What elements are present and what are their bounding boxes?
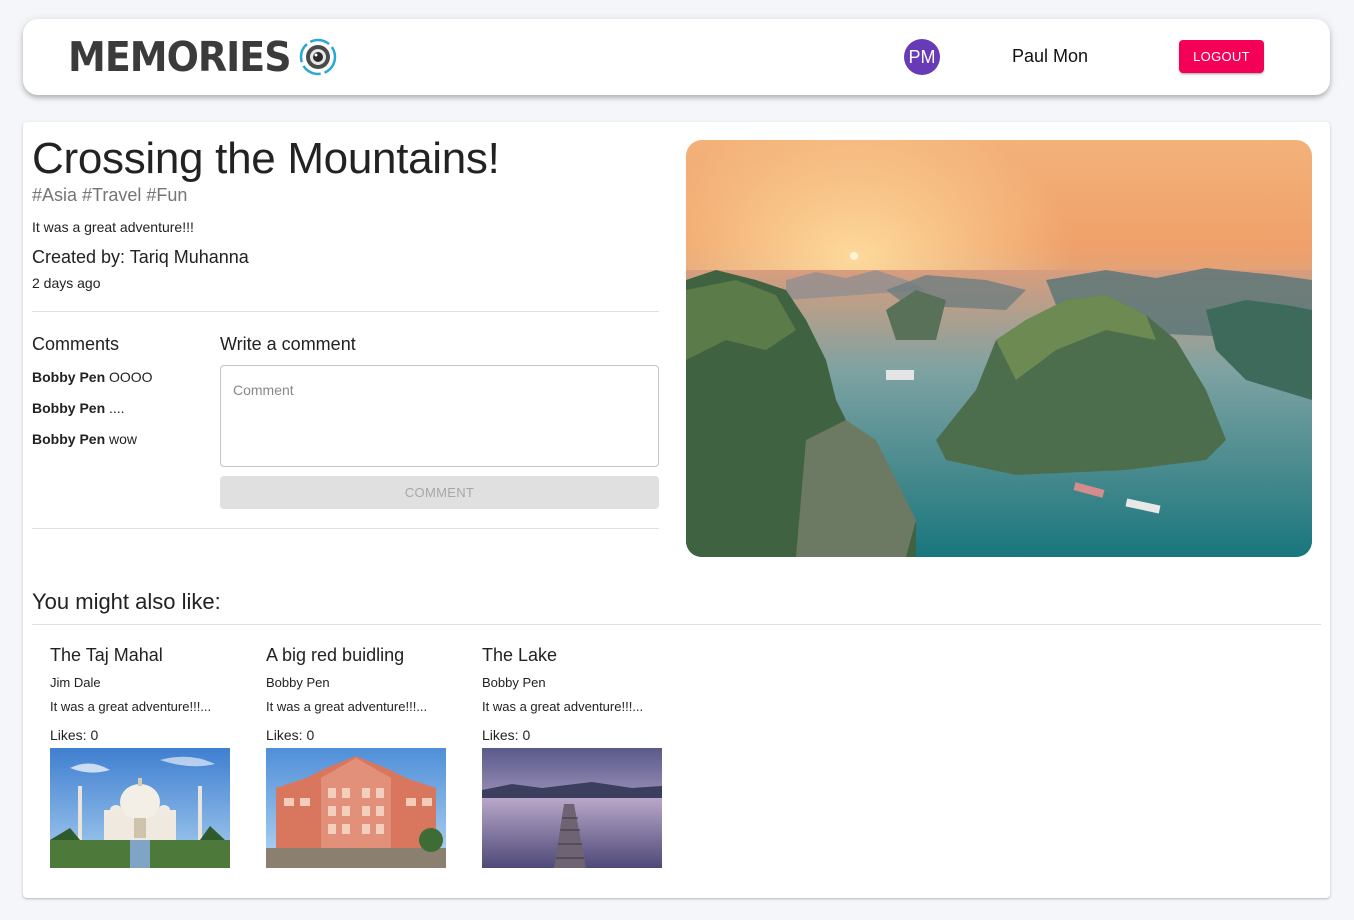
post-creator: Created by: Tariq Muhanna <box>32 247 249 267</box>
comment-item: Bobby Pen OOOO <box>32 369 153 400</box>
recommended-post-card[interactable]: The Taj Mahal Jim Dale It was a great ad… <box>50 645 240 868</box>
recommended-post-message: It was a great adventure!!!... <box>482 699 644 714</box>
post-title: Crossing the Mountains! <box>32 134 500 183</box>
recommended-post-likes: Likes: 0 <box>266 727 315 743</box>
post-timestamp: 2 days ago <box>32 275 101 291</box>
recommended-post-title: The Lake <box>482 645 558 665</box>
recommended-post-message: It was a great adventure!!!... <box>50 699 212 714</box>
comment-submit-button[interactable]: COMMENT <box>220 476 659 509</box>
recommended-post-title: The Taj Mahal <box>50 645 163 665</box>
comment-author: Bobby Pen <box>32 369 106 385</box>
comment-input[interactable] <box>220 365 659 467</box>
comment-text: wow <box>109 431 138 447</box>
recommended-post-author: Bobby Pen <box>482 675 546 690</box>
divider <box>32 624 1321 625</box>
tag: #Asia <box>32 185 78 205</box>
post-tags: #Asia #Travel #Fun <box>32 185 192 206</box>
brand-title[interactable]: MEMORIES <box>68 34 292 79</box>
recommended-post-author: Jim Dale <box>50 675 101 690</box>
divider <box>32 311 659 312</box>
post-details-card: Crossing the Mountains! #Asia #Travel #Fun… <box>23 122 1330 898</box>
recommended-post-card[interactable]: A big red buidling Bobby Pen It was a gr… <box>266 645 456 868</box>
app-bar: MEMORIES PM Paul Mon LOGOUT <box>23 19 1330 95</box>
comment-list: Bobby Pen OOOO Bobby Pen .... Bobby Pen … <box>32 369 153 462</box>
recommended-post-message: It was a great adventure!!!... <box>266 699 428 714</box>
taj-mahal-image <box>50 748 230 868</box>
comment-text: OOOO <box>109 369 153 385</box>
recommended-post-author: Bobby Pen <box>266 675 330 690</box>
recommended-post-likes: Likes: 0 <box>482 727 531 743</box>
comment-item: Bobby Pen .... <box>32 400 153 431</box>
write-comment-heading: Write a comment <box>220 334 356 354</box>
user-name: Paul Mon <box>1012 46 1089 66</box>
hawa-mahal-image <box>266 748 446 868</box>
tag: #Travel <box>82 185 142 205</box>
comment-item: Bobby Pen wow <box>32 431 153 462</box>
recommended-post-title: A big red buidling <box>266 645 405 665</box>
recommended-post-image <box>482 748 662 868</box>
logout-button[interactable]: LOGOUT <box>1179 40 1264 73</box>
post-image <box>686 140 1312 557</box>
post-message: It was a great adventure!!! <box>32 219 194 235</box>
comment-author: Bobby Pen <box>32 400 106 416</box>
avatar[interactable]: PM <box>904 39 940 75</box>
tag: #Fun <box>146 185 188 205</box>
brand[interactable]: MEMORIES <box>68 34 337 80</box>
lake-pier-image <box>482 748 662 868</box>
recommended-heading: You might also like: <box>32 589 221 614</box>
divider <box>32 528 659 529</box>
ha-long-bay-image <box>686 140 1312 557</box>
camera-lens-icon <box>299 38 336 76</box>
recommended-post-image <box>50 748 230 868</box>
recommended-post-card[interactable]: The Lake Bobby Pen It was a great advent… <box>482 645 672 868</box>
comments-heading: Comments <box>32 334 120 354</box>
recommended-post-image <box>266 748 446 868</box>
recommended-post-likes: Likes: 0 <box>50 727 99 743</box>
comment-author: Bobby Pen <box>32 431 106 447</box>
comment-text: .... <box>109 400 125 416</box>
